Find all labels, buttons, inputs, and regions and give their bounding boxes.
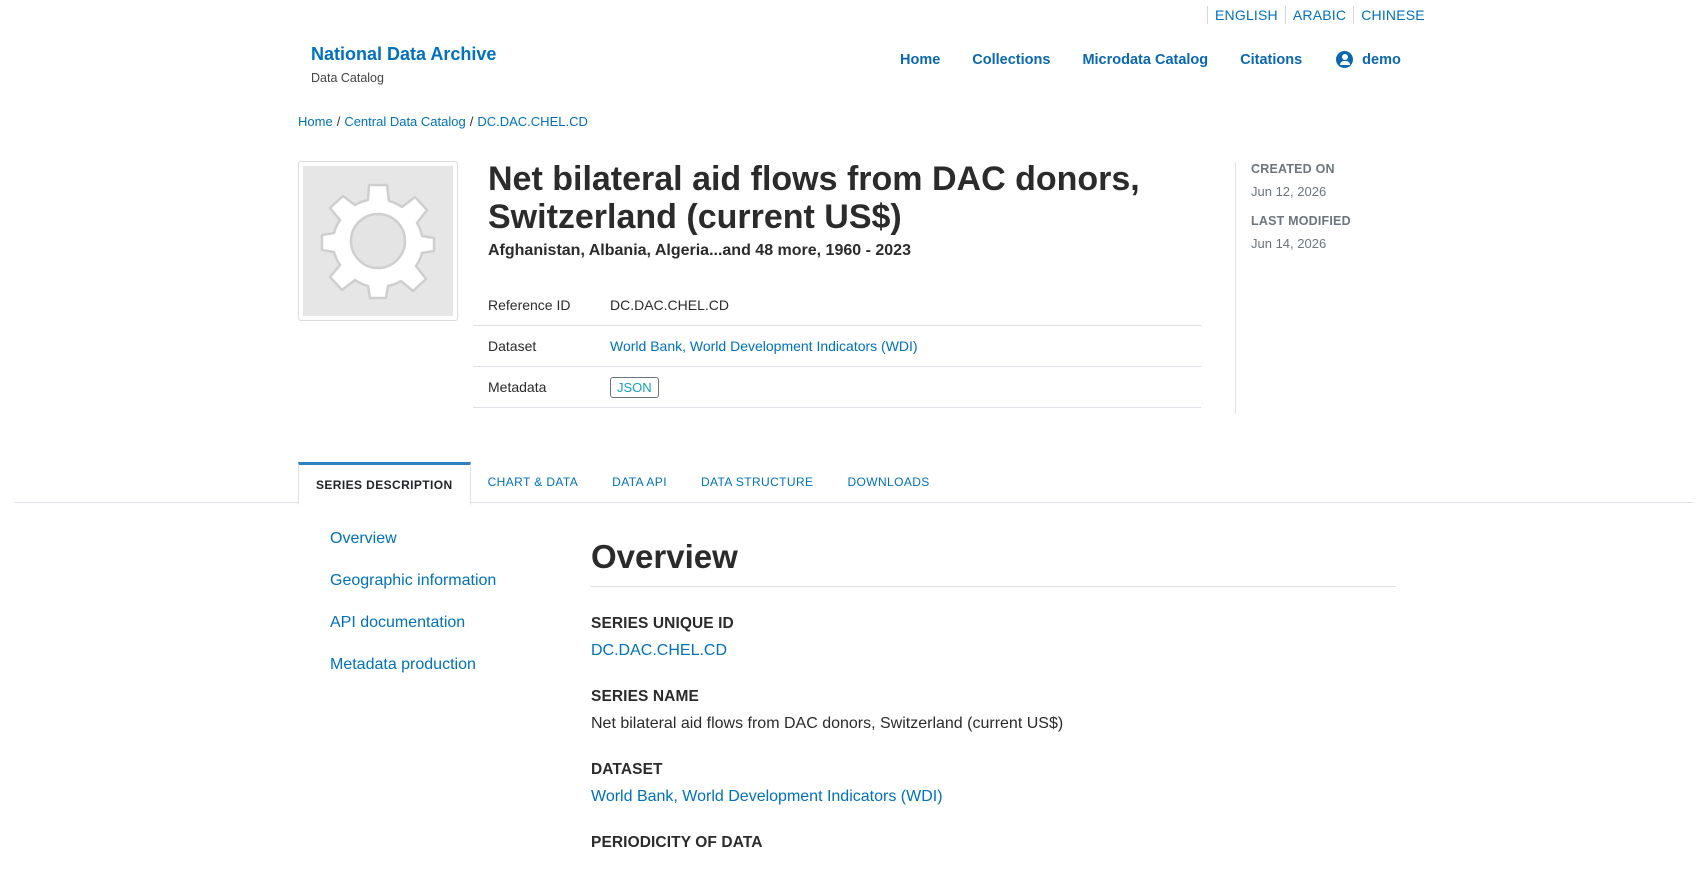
- tab-data-api[interactable]: DATA API: [595, 462, 684, 502]
- nav-collections[interactable]: Collections: [972, 51, 1050, 68]
- field-series-name: SERIES NAME Net bilateral aid flows from…: [591, 688, 1396, 733]
- section-nav-overview[interactable]: Overview: [330, 528, 496, 550]
- section-nav-metadata-production[interactable]: Metadata production: [330, 654, 496, 676]
- table-row: Dataset World Bank, World Development In…: [473, 326, 1201, 367]
- user-menu[interactable]: demo: [1336, 51, 1401, 68]
- series-description-content: Overview SERIES UNIQUE ID DC.DAC.CHEL.CD…: [591, 537, 1396, 852]
- nav-home[interactable]: Home: [900, 51, 940, 68]
- field-label: DATASET: [591, 761, 663, 778]
- series-coverage: Afghanistan, Albania, Algeria...and 48 m…: [488, 242, 911, 259]
- page-title: Net bilateral aid flows from DAC donors,…: [488, 160, 1140, 236]
- dataset-link[interactable]: World Bank, World Development Indicators…: [610, 338, 918, 354]
- field-label: SERIES UNIQUE ID: [591, 615, 734, 632]
- site-title-link[interactable]: National Data Archive: [311, 44, 496, 64]
- breadcrumb-separator: /: [336, 114, 341, 129]
- nav-citations[interactable]: Citations: [1240, 51, 1302, 68]
- nav-microdata-catalog[interactable]: Microdata Catalog: [1082, 51, 1208, 68]
- main-nav: Home Collections Microdata Catalog Citat…: [900, 51, 1401, 68]
- language-bar: ENGLISH ARABIC CHINESE: [1207, 6, 1432, 24]
- user-circle-icon: [1336, 51, 1354, 68]
- field-periodicity: PERIODICITY OF DATA: [591, 834, 1396, 852]
- series-thumbnail: [298, 161, 458, 321]
- section-nav-api-documentation[interactable]: API documentation: [330, 612, 496, 634]
- section-nav-geographic-information[interactable]: Geographic information: [330, 570, 496, 592]
- reference-id-value: DC.DAC.CHEL.CD: [610, 297, 730, 313]
- field-value: Net bilateral aid flows from DAC donors,…: [591, 715, 1064, 732]
- tab-downloads[interactable]: DOWNLOADS: [830, 462, 946, 502]
- lang-english[interactable]: ENGLISH: [1207, 6, 1285, 24]
- thumbnail-placeholder: [303, 166, 453, 316]
- last-modified-label: LAST MODIFIED: [1251, 214, 1351, 228]
- reference-id-label: Reference ID: [488, 297, 571, 313]
- site-subtitle: Data Catalog: [311, 71, 384, 85]
- breadcrumb-catalog[interactable]: Central Data Catalog: [344, 114, 465, 129]
- metadata-label: Metadata: [488, 379, 547, 395]
- field-label: PERIODICITY OF DATA: [591, 834, 763, 851]
- user-name: demo: [1362, 51, 1401, 68]
- series-id-link[interactable]: DC.DAC.CHEL.CD: [591, 642, 727, 659]
- tab-chart-data[interactable]: CHART & DATA: [471, 462, 596, 502]
- last-modified-value: Jun 14, 2026: [1251, 236, 1327, 251]
- series-info-table: Reference ID DC.DAC.CHEL.CD Dataset Worl…: [473, 285, 1201, 408]
- dates-panel: CREATED ON Jun 12, 2026 LAST MODIFIED Ju…: [1235, 162, 1431, 414]
- field-series-unique-id: SERIES UNIQUE ID DC.DAC.CHEL.CD: [591, 615, 1396, 660]
- tab-bar: SERIES DESCRIPTION CHART & DATA DATA API…: [298, 462, 947, 505]
- field-dataset: DATASET World Bank, World Development In…: [591, 761, 1396, 806]
- dataset-label: Dataset: [488, 338, 537, 354]
- tab-series-description[interactable]: SERIES DESCRIPTION: [298, 462, 471, 505]
- breadcrumb-separator: /: [469, 114, 474, 129]
- lang-chinese[interactable]: CHINESE: [1353, 6, 1432, 24]
- breadcrumb-current[interactable]: DC.DAC.CHEL.CD: [477, 114, 588, 129]
- breadcrumb-home[interactable]: Home: [298, 114, 333, 129]
- gear-icon: [320, 183, 436, 300]
- created-on-value: Jun 12, 2026: [1251, 184, 1327, 199]
- section-heading: Overview: [591, 537, 1396, 587]
- created-on-label: CREATED ON: [1251, 162, 1335, 176]
- lang-arabic[interactable]: ARABIC: [1284, 6, 1353, 24]
- breadcrumb: Home / Central Data Catalog / DC.DAC.CHEL.CD: [298, 114, 588, 129]
- tab-data-structure[interactable]: DATA STRUCTURE: [684, 462, 831, 502]
- json-metadata-button[interactable]: JSON: [610, 376, 659, 398]
- site-brand: National Data Archive Data Catalog: [311, 44, 496, 85]
- table-row: Reference ID DC.DAC.CHEL.CD: [473, 285, 1201, 326]
- field-label: SERIES NAME: [591, 688, 699, 705]
- dataset-content-link[interactable]: World Bank, World Development Indicators…: [591, 788, 943, 805]
- section-nav: Overview Geographic information API docu…: [330, 528, 496, 696]
- table-row: Metadata JSON: [473, 367, 1201, 408]
